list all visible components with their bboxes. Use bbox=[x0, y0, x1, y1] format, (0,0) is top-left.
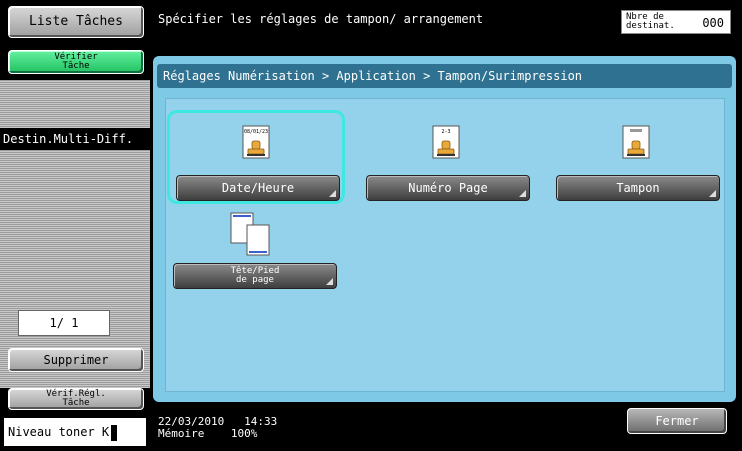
fermer-button[interactable]: Fermer bbox=[627, 408, 727, 434]
liste-taches-button[interactable]: Liste Tâches bbox=[8, 6, 144, 38]
tampon-button[interactable]: Tampon bbox=[556, 175, 720, 201]
destin-multi-diff-label: Destin.Multi-Diff. bbox=[0, 128, 150, 150]
toner-level: Niveau toner K bbox=[4, 418, 146, 446]
destination-count-label: Nbre de destinat. bbox=[626, 12, 675, 31]
option-tete-pied[interactable]: Tête/Pied de page bbox=[173, 205, 337, 295]
date-heure-label: Date/Heure bbox=[221, 181, 295, 195]
header-footer-icon bbox=[230, 212, 270, 256]
stamp-icon bbox=[622, 125, 650, 159]
destination-count-box: Nbre de destinat. 000 bbox=[621, 10, 731, 34]
destination-count-value: 000 bbox=[702, 16, 724, 30]
tete-pied-label: Tête/Pied de page bbox=[230, 266, 280, 285]
icon-page-text: 2-3 bbox=[441, 129, 450, 135]
verif-regl-tache-button[interactable]: Vérif.Régl. Tâche bbox=[8, 388, 144, 410]
memory-label: Mémoire bbox=[158, 427, 205, 440]
tete-pied-button[interactable]: Tête/Pied de page bbox=[173, 263, 337, 289]
toner-bar-icon bbox=[111, 424, 118, 441]
supprimer-button[interactable]: Supprimer bbox=[8, 348, 144, 372]
option-numero-page[interactable]: 2-3 Numéro Page bbox=[366, 117, 530, 207]
page-number-stamp-icon: 2-3 bbox=[432, 125, 460, 159]
tampon-label: Tampon bbox=[616, 181, 660, 195]
date-heure-button[interactable]: Date/Heure bbox=[176, 175, 340, 201]
icon-date-text: 08/01/23 bbox=[244, 129, 268, 135]
numero-page-label: Numéro Page bbox=[408, 181, 488, 195]
numero-page-button[interactable]: Numéro Page bbox=[366, 175, 530, 201]
left-sidebar: Liste Tâches Vérifier Tâche Destin.Multi… bbox=[0, 0, 150, 451]
date-stamp-icon: 08/01/23 bbox=[242, 125, 270, 159]
status-footer: 22/03/2010 14:33 Mémoire 100% bbox=[158, 416, 277, 440]
option-date-heure[interactable]: 08/01/23 Date/Heure bbox=[176, 117, 340, 207]
breadcrumb: Réglages Numérisation > Application > Ta… bbox=[157, 64, 732, 88]
option-tampon[interactable]: Tampon bbox=[556, 117, 720, 207]
toner-label: Niveau toner K bbox=[8, 425, 110, 439]
memory-value: 100% bbox=[230, 427, 258, 440]
verifier-tache-button[interactable]: Vérifier Tâche bbox=[8, 50, 144, 74]
sidebar-stripe-top bbox=[0, 80, 150, 128]
page-counter: 1/ 1 bbox=[18, 310, 110, 336]
page-title: Spécifier les réglages de tampon/ arrang… bbox=[158, 12, 484, 26]
